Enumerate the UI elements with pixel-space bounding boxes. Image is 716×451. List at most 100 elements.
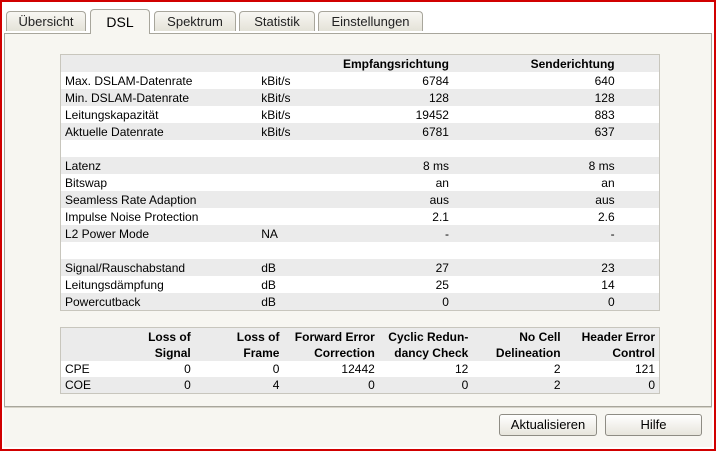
- help-button[interactable]: Hilfe: [605, 414, 702, 436]
- col-header-down: Empfangsrichtung: [337, 54, 453, 72]
- row-unit: [257, 174, 337, 191]
- spacer-row: [61, 140, 660, 157]
- cell: 4: [194, 377, 284, 394]
- tab-einstellungen[interactable]: Einstellungen: [318, 11, 423, 31]
- table-row: Leitungsdämpfung dB 25 14: [61, 276, 660, 293]
- col-header-fec: Forward Error Correction: [283, 327, 379, 361]
- row-up: 0: [452, 293, 619, 311]
- table-row: L2 Power Mode NA - -: [60, 225, 660, 242]
- col-header-loss-of-signal: Loss of Signal: [95, 327, 195, 361]
- table-row: Min. DSLAM-Datenrate kBit/s 128 128: [60, 89, 660, 106]
- row-unit: NA: [257, 225, 337, 242]
- table-row: CPE 0 0 12442 12 2 121: [61, 361, 660, 377]
- col-header-ncd: No Cell Delineation: [472, 327, 565, 361]
- row-up: 637: [452, 123, 619, 140]
- tab-statistik[interactable]: Statistik: [239, 11, 315, 31]
- col-header-loss-of-frame: Loss of Frame: [194, 327, 284, 361]
- row-up: 2.6: [597, 209, 615, 224]
- row-unit: kBit/s: [257, 123, 337, 140]
- table-row: Leitungskapazität kBit/s 19452 883: [61, 106, 660, 123]
- tab-dsl[interactable]: DSL: [90, 9, 150, 34]
- row-unit: dB: [261, 277, 276, 292]
- row-label: Powercutback: [60, 293, 258, 311]
- row-up: 23: [452, 259, 619, 276]
- row-up: 640: [594, 73, 615, 88]
- row-unit: [257, 191, 337, 208]
- row-unit: kBit/s: [261, 107, 291, 122]
- row-down: -: [337, 225, 453, 242]
- row-up: -: [452, 225, 619, 242]
- window-frame: Übersicht DSL Spektrum Statistik Einstel…: [0, 0, 716, 451]
- tab-bar: Übersicht DSL Spektrum Statistik Einstel…: [4, 9, 712, 34]
- row-label: Aktuelle Datenrate: [60, 123, 258, 140]
- dsl-values-table: Empfangsrichtung Senderichtung Max. DSLA…: [60, 54, 660, 311]
- row-down: aus: [337, 191, 453, 208]
- row-unit: kBit/s: [257, 89, 337, 106]
- cell: 0: [272, 362, 280, 376]
- row-unit: kBit/s: [261, 73, 291, 88]
- row-down: 128: [337, 89, 453, 106]
- tab-spektrum[interactable]: Spektrum: [154, 11, 236, 31]
- row-down: 6781: [337, 123, 453, 140]
- row-up: 8 ms: [452, 157, 619, 174]
- cell: 2: [472, 377, 565, 394]
- row-down: 2.1: [432, 209, 449, 224]
- button-bar: Aktualisieren Hilfe: [4, 408, 712, 447]
- row-label: Seamless Rate Adaption: [60, 191, 258, 208]
- table-header-row: Empfangsrichtung Senderichtung: [60, 54, 660, 72]
- row-up: 128: [452, 89, 619, 106]
- row-up: aus: [452, 191, 619, 208]
- dsl-panel: Empfangsrichtung Senderichtung Max. DSLA…: [4, 33, 712, 407]
- row-up: 883: [594, 107, 615, 122]
- row-down: 8 ms: [337, 157, 453, 174]
- table-row: Impulse Noise Protection 2.1 2.6: [61, 208, 660, 225]
- row-up: 14: [601, 277, 615, 292]
- row-label: Bitswap: [65, 175, 108, 190]
- row-label: CPE: [65, 362, 90, 376]
- row-label: Latenz: [60, 157, 258, 174]
- col-header-crc: Cyclic Redun-dancy Check: [378, 327, 473, 361]
- spacer-row: [61, 242, 660, 259]
- row-up: an: [601, 175, 615, 190]
- cell: 12442: [341, 362, 375, 376]
- row-unit: [257, 157, 337, 174]
- row-down: 0: [337, 293, 453, 311]
- table-header-row: Loss of Signal Loss of Frame Forward Error…: [60, 327, 660, 361]
- row-label: Leitungskapazität: [65, 107, 159, 122]
- row-unit: dB: [257, 293, 337, 311]
- row-down: an: [435, 175, 449, 190]
- col-header-up: Senderichtung: [452, 54, 619, 72]
- table-row: Latenz 8 ms 8 ms: [60, 157, 660, 174]
- table-row: Aktuelle Datenrate kBit/s 6781 637: [60, 123, 660, 140]
- cell: 12: [454, 362, 469, 376]
- row-label: Min. DSLAM-Datenrate: [60, 89, 258, 106]
- cell: 0: [95, 377, 195, 394]
- table-row: Max. DSLAM-Datenrate kBit/s 6784 640: [61, 72, 660, 89]
- row-down: 25: [435, 277, 449, 292]
- table-row: Powercutback dB 0 0: [60, 293, 660, 311]
- row-label: Leitungsdämpfung: [65, 277, 164, 292]
- table-row: Seamless Rate Adaption aus aus: [60, 191, 660, 208]
- table-row: Signal/Rauschabstand dB 27 23: [60, 259, 660, 276]
- row-label: Signal/Rauschabstand: [60, 259, 258, 276]
- tab-uebersicht[interactable]: Übersicht: [6, 11, 86, 31]
- row-label: Impulse Noise Protection: [65, 209, 199, 224]
- row-down: 19452: [415, 107, 449, 122]
- row-unit: dB: [257, 259, 337, 276]
- cell: 121: [634, 362, 655, 376]
- row-down: 6784: [422, 73, 449, 88]
- cell: 0: [184, 362, 191, 376]
- row-label: COE: [60, 377, 96, 394]
- row-label: L2 Power Mode: [60, 225, 258, 242]
- row-down: 27: [337, 259, 453, 276]
- row-label: Max. DSLAM-Datenrate: [65, 73, 193, 88]
- table-row: COE 0 4 0 0 2 0: [60, 377, 660, 394]
- cell: 0: [378, 377, 473, 394]
- error-counter-table: Loss of Signal Loss of Frame Forward Error…: [60, 327, 660, 394]
- refresh-button[interactable]: Aktualisieren: [499, 414, 597, 436]
- row-unit: [257, 208, 337, 225]
- cell: 0: [564, 377, 660, 394]
- cell: 0: [283, 377, 379, 394]
- table-row: Bitswap an an: [61, 174, 660, 191]
- cell: 2: [553, 362, 561, 376]
